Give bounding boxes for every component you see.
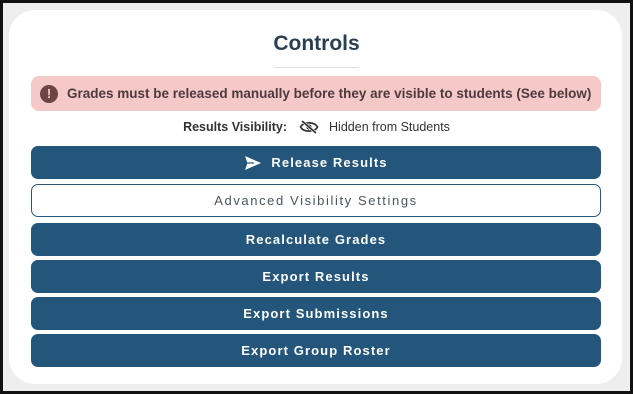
results-visibility-row: Results Visibility: Hidden from Students [0,117,633,137]
release-results-label: Release Results [271,155,388,170]
release-results-button[interactable]: Release Results [31,146,601,179]
visibility-label: Results Visibility: [183,120,288,134]
title-divider [274,67,359,68]
release-warning-alert: ! Grades must be released manually befor… [31,76,601,111]
recalculate-grades-label: Recalculate Grades [245,232,387,247]
alert-text: Grades must be released manually before … [67,86,592,101]
eye-slash-icon [299,119,319,135]
exclamation-circle-icon: ! [40,84,58,103]
advanced-visibility-settings-button[interactable]: Advanced Visibility Settings [31,184,601,217]
export-group-roster-label: Export Group Roster [241,343,391,358]
export-submissions-button[interactable]: Export Submissions [31,297,601,330]
export-results-button[interactable]: Export Results [31,260,601,293]
visibility-value: Hidden from Students [329,120,450,134]
send-icon [244,155,262,171]
export-results-label: Export Results [262,269,370,284]
panel-title: Controls [273,32,360,55]
advanced-visibility-label: Advanced Visibility Settings [214,193,418,208]
export-submissions-label: Export Submissions [243,306,389,321]
export-group-roster-button[interactable]: Export Group Roster [31,334,601,367]
recalculate-grades-button[interactable]: Recalculate Grades [31,223,601,256]
